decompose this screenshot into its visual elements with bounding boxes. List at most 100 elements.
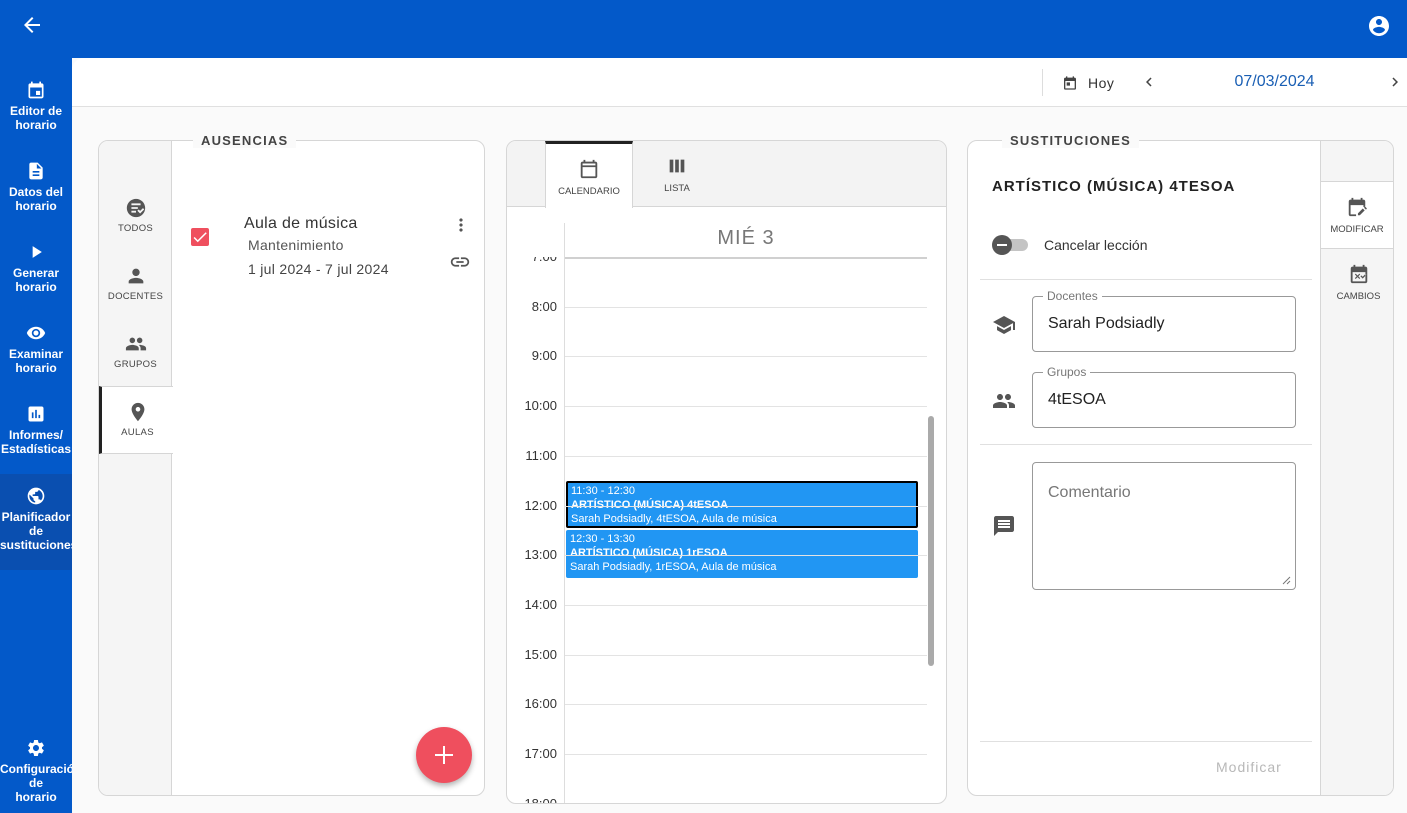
tab-grupos[interactable]: GRUPOS — [99, 319, 172, 387]
nav-item-informes[interactable]: Informes/ Estadísticas — [0, 404, 72, 456]
hour-label: 14:00 — [524, 596, 557, 612]
hour-gridline — [565, 754, 927, 755]
calendar-scrollbar[interactable] — [928, 416, 934, 666]
sustituciones-title: SUSTITUCIONES — [1002, 133, 1140, 148]
cancel-lesson-toggle[interactable] — [992, 234, 1030, 256]
hour-label: 17:00 — [524, 746, 557, 761]
event-time: 11:30 - 12:30 — [571, 484, 636, 497]
hour-gridline — [565, 604, 927, 606]
nav-label: Generar horario — [12, 266, 60, 294]
nav-item-editor-horario[interactable]: Editor de horario — [0, 80, 72, 132]
grupos-label: Grupos — [1043, 365, 1091, 379]
top-app-bar — [0, 0, 1407, 58]
tab-calendario[interactable]: CALENDARIO — [545, 141, 633, 208]
absence-dates: 1 jul 2024 - 7 jul 2024 — [248, 261, 389, 277]
nav-item-datos-horario[interactable]: Datos del horario — [0, 161, 72, 213]
time-axis-line — [564, 223, 565, 803]
substitution-planner-icon — [27, 487, 45, 505]
hour-gridline — [565, 406, 927, 408]
tab-label: DOCENTES — [107, 291, 164, 302]
tab-cambios[interactable]: CAMBIOS — [1321, 249, 1393, 317]
modify-button[interactable]: Modificar — [1216, 759, 1282, 775]
divider — [980, 444, 1312, 445]
nav-item-configuracion-horario[interactable]: Configuración de horario — [0, 738, 82, 804]
person-icon — [128, 268, 143, 284]
docentes-field[interactable]: Docentes Sarah Podsiadly — [1032, 289, 1296, 352]
grupos-value: 4tESOA — [1048, 391, 1106, 408]
report-icon — [28, 406, 44, 422]
tab-label: TODOS — [117, 223, 154, 234]
today-label: Hoy — [1088, 75, 1115, 91]
event-time: 12:30 - 13:30 — [570, 533, 635, 546]
day-header: MIÉ 3 — [717, 227, 775, 249]
hour-gridline — [565, 555, 927, 557]
list-check-icon — [126, 198, 145, 218]
school-icon — [993, 316, 1015, 334]
nav-item-examinar-horario[interactable]: Examinar horario — [0, 323, 72, 375]
current-date[interactable]: 07/03/2024 — [1212, 73, 1337, 91]
comment-placeholder: Comentario — [1048, 484, 1131, 501]
calendar-check-icon — [1350, 264, 1367, 284]
nav-label: Planificador de sustituciones — [0, 510, 78, 552]
nav-item-planificador-sustituciones[interactable]: Planificador de sustituciones — [0, 474, 78, 570]
absence-name: Aula de música — [244, 215, 358, 232]
comment-textarea[interactable]: Comentario — [1032, 462, 1296, 590]
location-icon — [131, 402, 144, 422]
gear-icon — [28, 740, 44, 756]
sustituciones-panel: ARTÍSTICO (MÚSICA) 4TESOA Cancelar lecci… — [967, 140, 1394, 796]
divider — [980, 741, 1312, 742]
hour-gridline — [565, 704, 927, 706]
tab-lista[interactable]: LISTA — [633, 141, 721, 207]
account-circle-icon[interactable] — [1367, 14, 1391, 38]
comment-icon — [994, 516, 1014, 536]
docentes-value: Sarah Podsiadly — [1048, 315, 1165, 332]
event-details: Sarah Podsiadly, 4tESOA, Aula de música — [571, 512, 777, 525]
hour-gridline — [565, 455, 927, 457]
hour-label: 9:00 — [531, 348, 557, 364]
toolbar-divider — [1042, 69, 1043, 96]
back-arrow-icon[interactable] — [20, 13, 44, 37]
event-details: Sarah Podsiadly, 1rESOA, Aula de música — [570, 561, 777, 574]
plus-icon — [435, 746, 453, 764]
calendar-edit-icon — [28, 81, 44, 99]
check-icon — [193, 232, 207, 243]
day-header-underline — [565, 257, 927, 259]
chevron-left-icon[interactable] — [1140, 73, 1158, 91]
eye-icon — [26, 326, 46, 340]
tab-todos[interactable]: TODOS — [99, 183, 172, 251]
chevron-right-icon[interactable] — [1386, 73, 1404, 91]
link-icon[interactable] — [449, 251, 471, 273]
tab-label: LISTA — [664, 183, 690, 194]
calendar-tab-bar: CALENDARIO LISTA — [507, 141, 946, 208]
add-absence-button[interactable] — [416, 727, 472, 783]
absence-checkbox[interactable] — [191, 228, 209, 246]
hour-gridline — [565, 505, 927, 507]
hour-gridline — [565, 306, 927, 308]
today-button[interactable]: Hoy — [1062, 72, 1114, 94]
calendar-panel: CALENDARIO LISTA MIÉ 3 11:30 - 12:30ARTÍ… — [506, 140, 947, 804]
grupos-field[interactable]: Grupos 4tESOA — [1032, 365, 1296, 428]
hour-label: 18:00 — [524, 795, 557, 804]
tab-label: GRUPOS — [114, 359, 157, 370]
tab-aulas[interactable]: AULAS — [99, 386, 173, 454]
calendar-icon — [580, 159, 598, 179]
ausencias-tab-bar: TODOS DOCENTES GRUPOS AULAS — [99, 141, 173, 795]
tab-label: MODIFICAR — [1330, 224, 1384, 235]
calendar-today-icon — [1064, 76, 1076, 90]
tab-docentes[interactable]: DOCENTES — [99, 251, 172, 319]
date-toolbar: Hoy 07/03/2024 — [72, 58, 1407, 107]
nav-label: Configuración de horario — [0, 762, 82, 804]
event-title: ARTÍSTICO (MÚSICA) 1rESOA — [570, 547, 728, 560]
tab-modificar[interactable]: MODIFICAR — [1321, 181, 1393, 249]
resize-grip-icon[interactable] — [1281, 575, 1291, 585]
nav-item-generar-horario[interactable]: Generar horario — [0, 242, 72, 294]
divider — [980, 279, 1312, 280]
nav-label: Editor de horario — [9, 104, 62, 132]
cancel-lesson-label: Cancelar lección — [1044, 237, 1148, 253]
calendar-event[interactable]: 11:30 - 12:30ARTÍSTICO (MÚSICA) 4tESOASa… — [566, 480, 918, 529]
absence-reason: Mantenimiento — [248, 237, 344, 253]
calendar-event[interactable]: 12:30 - 13:30 ARTÍSTICO (MÚSICA) 1rESOA Sa… — [566, 530, 918, 579]
more-vert-icon[interactable] — [451, 215, 471, 235]
nav-label: Examinar horario — [8, 347, 64, 375]
hour-gridline — [565, 356, 927, 358]
